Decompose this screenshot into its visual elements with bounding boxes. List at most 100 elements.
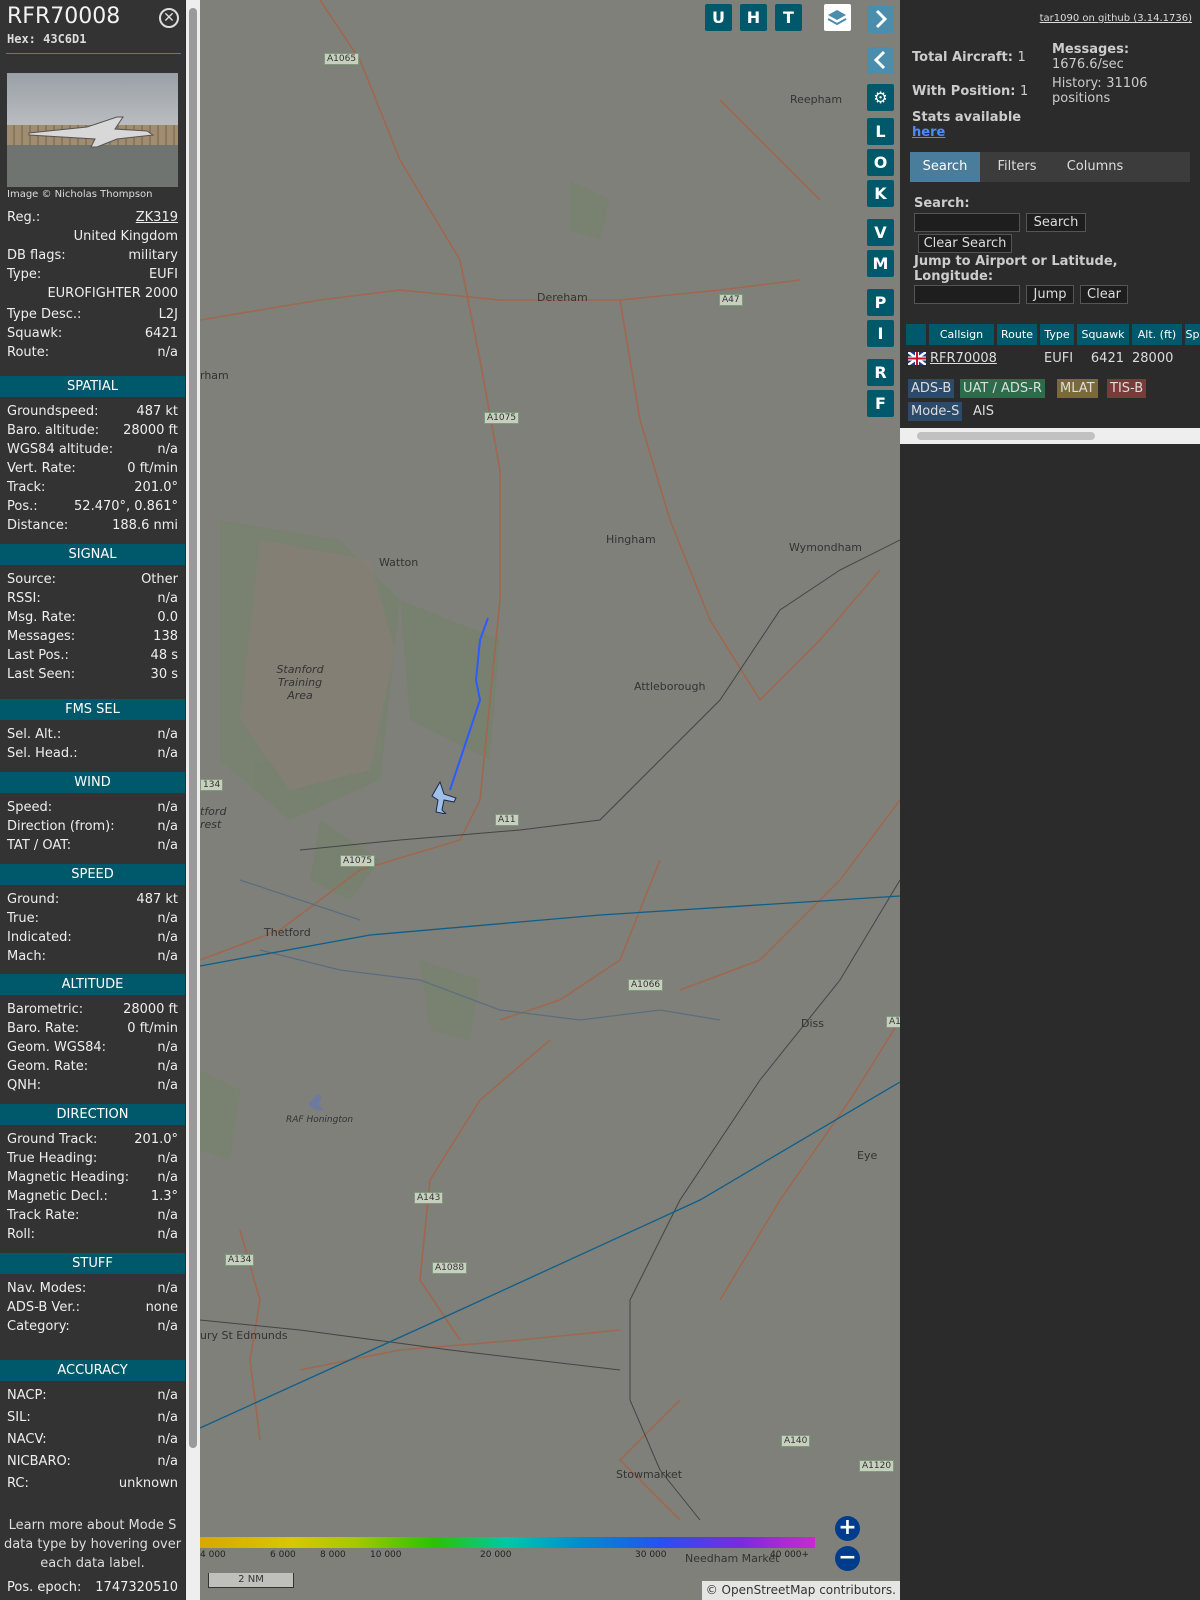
layers-icon[interactable] — [824, 4, 851, 31]
column-header[interactable]: Sp — [1185, 324, 1200, 345]
search-button[interactable]: Search — [1026, 213, 1086, 232]
field-label[interactable]: SIL: — [7, 1410, 31, 1425]
side-button-r[interactable]: R — [867, 359, 894, 386]
row-callsign[interactable]: RFR70008 — [930, 349, 997, 368]
field-label[interactable]: RC: — [7, 1476, 29, 1491]
side-button-v[interactable]: V — [867, 219, 894, 246]
side-button-i[interactable]: I — [867, 320, 894, 347]
aircraft-photo[interactable] — [7, 73, 178, 187]
field-label[interactable]: Sel. Alt.: — [7, 727, 61, 742]
field-label[interactable]: NACP: — [7, 1388, 47, 1403]
registration-link[interactable]: ZK319 — [136, 210, 178, 225]
stats-here-link[interactable]: here — [912, 125, 1021, 140]
field-label[interactable]: Track Rate: — [7, 1208, 79, 1223]
field-label[interactable]: ADS-B Ver.: — [7, 1300, 80, 1315]
field-label[interactable]: Distance: — [7, 518, 68, 533]
field-label[interactable]: Source: — [7, 572, 56, 587]
section-direction: DIRECTION — [0, 1104, 185, 1125]
field-label[interactable]: NICBARO: — [7, 1454, 71, 1469]
badge-tisb[interactable]: TIS-B — [1107, 379, 1147, 398]
field-label[interactable]: Pos.: — [7, 499, 38, 514]
toolbar-button-h[interactable]: H — [740, 4, 767, 31]
tab-filters[interactable]: Filters — [984, 152, 1050, 182]
field-label[interactable]: Groundspeed: — [7, 404, 98, 419]
side-button-o[interactable]: O — [867, 149, 894, 176]
row-type: EUFI — [1044, 351, 1074, 366]
place-label: Hingham — [606, 533, 656, 546]
side-button-f[interactable]: F — [867, 390, 894, 417]
zoom-in-button[interactable]: + — [835, 1516, 860, 1541]
field-label[interactable]: Msg. Rate: — [7, 610, 76, 625]
field-label[interactable]: Speed: — [7, 800, 52, 815]
field-label[interactable]: Messages: — [7, 629, 75, 644]
field-label[interactable]: Track: — [7, 480, 45, 495]
field-label[interactable]: NACV: — [7, 1432, 47, 1447]
field-label[interactable]: Geom. WGS84: — [7, 1040, 106, 1055]
field-label[interactable]: True: — [7, 911, 39, 926]
search-input[interactable] — [914, 213, 1020, 232]
side-button-m[interactable]: M — [867, 250, 894, 277]
field-label[interactable]: Last Seen: — [7, 667, 75, 682]
column-header[interactable]: Alt. (ft) — [1132, 324, 1182, 345]
map-canvas[interactable] — [200, 0, 900, 1600]
field-label[interactable]: QNH: — [7, 1078, 41, 1093]
field-label[interactable]: Vert. Rate: — [7, 461, 76, 476]
altitude-color-legend[interactable]: 4 000 6 000 8 000 10 000 20 000 30 000 4… — [200, 1535, 815, 1565]
road-label: A1065 — [324, 53, 360, 65]
zoom-out-button[interactable]: − — [835, 1546, 860, 1571]
field-label[interactable]: WGS84 altitude: — [7, 442, 113, 457]
side-button-l[interactable]: L — [867, 118, 894, 145]
map-attribution[interactable]: © OpenStreetMap contributors. — [701, 1581, 900, 1600]
field-label[interactable]: Barometric: — [7, 1002, 83, 1017]
badge-adsb[interactable]: ADS-B — [908, 379, 955, 398]
gear-icon[interactable]: ⚙ — [867, 84, 894, 111]
clear-search-button[interactable]: Clear Search — [918, 234, 1012, 253]
jump-input[interactable] — [914, 285, 1020, 304]
field-label[interactable]: Geom. Rate: — [7, 1059, 88, 1074]
column-header[interactable]: Type — [1040, 324, 1074, 345]
field-label[interactable]: Category: — [7, 1319, 70, 1334]
field-label[interactable]: Sel. Head.: — [7, 746, 78, 761]
field-label[interactable]: Roll: — [7, 1227, 35, 1242]
column-header[interactable]: Route — [997, 324, 1037, 345]
field-label[interactable]: Baro. altitude: — [7, 423, 99, 438]
field-label[interactable]: Mach: — [7, 949, 46, 964]
field-label[interactable]: Ground: — [7, 892, 59, 907]
badge-ais[interactable]: AIS — [970, 402, 997, 421]
field-value: n/a — [157, 591, 178, 606]
field-label[interactable]: Baro. Rate: — [7, 1021, 79, 1036]
column-header[interactable]: Squawk — [1077, 324, 1129, 345]
side-button-k[interactable]: K — [867, 180, 894, 207]
field-label[interactable]: TAT / OAT: — [7, 838, 71, 853]
field-label[interactable]: Nav. Modes: — [7, 1281, 86, 1296]
field-label[interactable]: True Heading: — [7, 1151, 97, 1166]
jump-button[interactable]: Jump — [1026, 285, 1074, 304]
side-button-p[interactable]: P — [867, 289, 894, 316]
toolbar-button-u[interactable]: U — [705, 4, 732, 31]
field-label[interactable]: Ground Track: — [7, 1132, 97, 1147]
badge-modes[interactable]: Mode-S — [908, 402, 963, 421]
tab-columns[interactable]: Columns — [1054, 152, 1136, 182]
clear-button[interactable]: Clear — [1080, 285, 1128, 304]
field-label[interactable]: Indicated: — [7, 930, 72, 945]
badge-uat[interactable]: UAT / ADS-R — [960, 379, 1045, 398]
badge-mlat[interactable]: MLAT — [1057, 379, 1098, 398]
field-value: n/a — [157, 1281, 178, 1296]
field-label[interactable]: RSSI: — [7, 591, 41, 606]
table-horizontal-scrollbar[interactable] — [900, 428, 1200, 444]
direction-row: Roll: n/a — [7, 1227, 178, 1246]
aircraft-marker-icon[interactable] — [430, 780, 460, 814]
column-header[interactable]: Callsign — [929, 324, 994, 345]
tab-search[interactable]: Search — [910, 152, 980, 182]
sidebar-scrollbar[interactable] — [186, 0, 200, 1600]
map-view[interactable]: Reepham Dereham Hingham Wymondham Watton… — [200, 0, 900, 1600]
github-link[interactable]: tar1090 on github (3.14.1736) — [1040, 13, 1192, 24]
close-icon[interactable]: ✕ — [159, 8, 179, 28]
chevron-left-icon[interactable] — [867, 47, 894, 74]
field-label[interactable]: Magnetic Heading: — [7, 1170, 129, 1185]
field-label[interactable]: Direction (from): — [7, 819, 115, 834]
field-label[interactable]: Magnetic Decl.: — [7, 1189, 108, 1204]
chevron-right-icon[interactable] — [867, 6, 894, 33]
toolbar-button-t[interactable]: T — [775, 4, 802, 31]
field-label[interactable]: Last Pos.: — [7, 648, 69, 663]
